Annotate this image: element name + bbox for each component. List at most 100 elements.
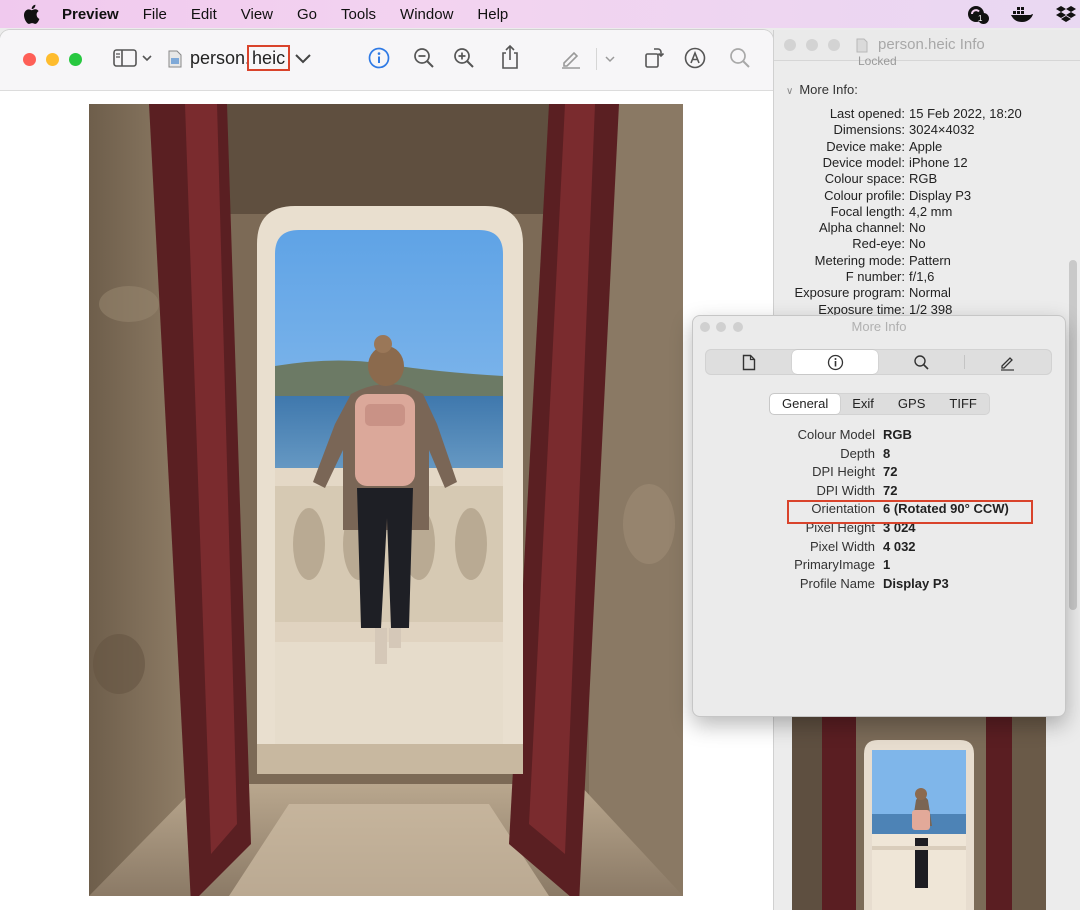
property-row: DPI Width 72 [693, 483, 1065, 501]
rotate-icon[interactable] [642, 46, 666, 70]
tab-general[interactable]: General [770, 394, 841, 414]
panel-title: More Info [851, 319, 907, 334]
info-row-value: 3024×4032 [909, 122, 975, 138]
markup-chevron-down-icon[interactable] [604, 54, 616, 64]
info-row-key: Device model: [822, 154, 905, 170]
info-row-value: f/1,6 [909, 269, 935, 284]
property-row: Pixel Width 4 032 [693, 539, 1065, 557]
menu-edit[interactable]: Edit [191, 6, 217, 23]
inspector-keywords-tab[interactable] [878, 350, 964, 374]
locked-checkbox-label[interactable]: Locked [858, 54, 897, 68]
info-row: Red-eye: No [774, 236, 1080, 252]
document-proxy-icon[interactable] [168, 50, 182, 68]
info-row-key: Dimensions: [833, 122, 905, 138]
info-row-value: iPhone 12 [909, 154, 968, 170]
menu-tools[interactable]: Tools [341, 6, 376, 23]
property-key: DPI Width [816, 482, 875, 498]
filename-extension-highlight: heic [247, 45, 291, 71]
main-photo [89, 104, 683, 896]
info-row-key: Red-eye: [852, 236, 905, 252]
zoom-button[interactable] [69, 53, 82, 66]
info-row-key: Focal length: [830, 203, 905, 219]
document-canvas[interactable] [0, 91, 773, 910]
info-window-title: person.heic Info [878, 36, 985, 53]
search-icon [913, 354, 929, 370]
info-row: Device make: Apple [774, 139, 1080, 155]
minimize-button[interactable] [46, 53, 59, 66]
info-row-value: Pattern [909, 252, 951, 268]
menu-file[interactable]: File [143, 6, 167, 23]
apple-icon[interactable] [22, 4, 40, 24]
sidebar-toggle-icon[interactable] [112, 48, 156, 70]
info-row-key: Metering mode: [814, 252, 905, 268]
share-icon[interactable] [498, 44, 522, 70]
info-row: Alpha channel: No [774, 220, 1080, 236]
info-row: Metering mode: Pattern [774, 253, 1080, 269]
tab-tiff[interactable]: TIFF [937, 394, 988, 414]
info-row-key: F number: [845, 269, 905, 284]
menu-help[interactable]: Help [477, 6, 508, 23]
info-row: Dimensions: 3024×4032 [774, 122, 1080, 138]
property-value: RGB [883, 427, 912, 442]
more-info-panel: More Info General Exif GPS TIFF Colour M… [692, 315, 1066, 717]
menu-window[interactable]: Window [400, 6, 453, 23]
inspector-general-tab[interactable] [706, 350, 792, 374]
info-row-value: 15 Feb 2022, 18:20 [909, 106, 1022, 121]
property-row: Colour Model RGB [693, 427, 1065, 445]
filename-base: person. [190, 48, 251, 68]
notification-badge: 1 [978, 13, 989, 24]
title-chevron-down-icon[interactable] [294, 52, 312, 66]
property-value: 72 [883, 482, 898, 498]
property-row: Depth 8 [693, 446, 1065, 464]
info-row: F number: f/1,6 [774, 269, 1080, 285]
dropbox-icon[interactable] [1056, 5, 1076, 23]
close-button[interactable] [23, 53, 36, 66]
info-row: Exposure program: Normal [774, 285, 1080, 301]
inspector-info-icon[interactable] [367, 46, 391, 70]
menu-go[interactable]: Go [297, 6, 317, 23]
info-row-value: No [909, 236, 926, 252]
property-value: 8 [883, 445, 891, 461]
orientation-highlight-box [787, 500, 1033, 524]
disclosure-chevron-icon[interactable]: ∨ [786, 86, 793, 97]
more-info-section-header[interactable]: ∨ More Info: [786, 82, 858, 97]
info-minimize-button[interactable] [806, 39, 818, 51]
zoom-in-icon[interactable] [452, 46, 476, 70]
property-key: Depth [840, 445, 875, 461]
property-value: 1 [883, 557, 891, 573]
tab-exif[interactable]: Exif [840, 394, 886, 414]
info-row-key: Alpha channel: [818, 220, 905, 236]
markup-pen-icon[interactable] [559, 46, 583, 70]
property-value: 4 032 [883, 538, 916, 554]
toolbar-divider [596, 48, 597, 70]
info-row-value: Display P3 [909, 187, 972, 203]
property-row: Profile Name Display P3 [693, 576, 1065, 594]
docker-icon[interactable] [1010, 5, 1034, 23]
search-icon[interactable] [728, 46, 752, 70]
info-close-button[interactable] [784, 39, 796, 51]
metadata-tabs: General Exif GPS TIFF [769, 393, 990, 415]
menu-app-preview[interactable]: Preview [62, 6, 119, 23]
info-row-key: Colour space: [824, 171, 905, 187]
info-row-key: Device make: [826, 138, 905, 154]
info-zoom-button[interactable] [828, 39, 840, 51]
menu-view[interactable]: View [241, 6, 273, 23]
inspector-more-info-tab[interactable] [792, 350, 878, 374]
property-value: Display P3 [883, 575, 949, 591]
preview-toolbar: person. heic [0, 30, 773, 91]
menu-extras: 1 [966, 0, 1080, 28]
document-title[interactable]: person. heic [190, 45, 291, 71]
info-row: Device model: iPhone 12 [774, 155, 1080, 171]
pencil-icon [1000, 356, 1014, 371]
creative-cloud-icon[interactable]: 1 [966, 4, 989, 24]
info-row: Focal length: 4,2 mm [774, 204, 1080, 220]
more-info-header-label: More Info: [799, 82, 858, 97]
info-icon [827, 354, 843, 370]
markup-toolbar-icon[interactable] [683, 46, 707, 70]
zoom-out-icon[interactable] [412, 46, 436, 70]
info-row-value: Normal [909, 285, 951, 301]
inspector-annotations-tab[interactable] [964, 350, 1050, 374]
info-scrollbar[interactable] [1069, 260, 1077, 610]
info-row-key: Exposure program: [794, 285, 905, 301]
tab-gps[interactable]: GPS [886, 394, 937, 414]
